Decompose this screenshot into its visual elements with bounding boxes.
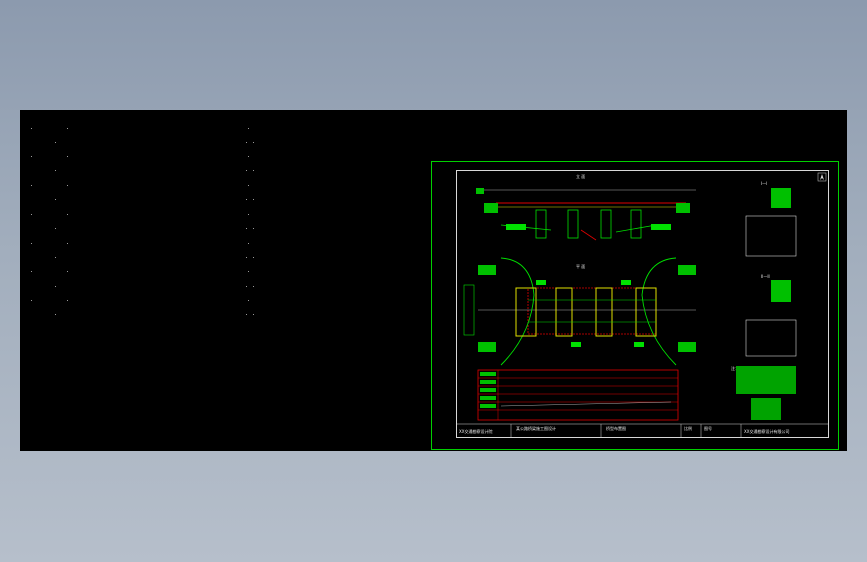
point-mark — [55, 257, 56, 258]
point-mark — [253, 170, 254, 171]
point-mark — [248, 214, 249, 215]
point-mark — [67, 156, 68, 157]
title-scale-label: 比例 — [684, 425, 692, 431]
north-arrow-icon — [817, 172, 827, 182]
point-mark — [253, 314, 254, 315]
point-mark — [248, 128, 249, 129]
point-mark — [248, 243, 249, 244]
plan-title: 平 面 — [576, 264, 585, 269]
point-mark — [248, 300, 249, 301]
title-block: XX交通勘察设计院 某公路桥梁施工图设计 桥型布置图 比例 图号 XX交通勘察设… — [456, 423, 829, 438]
elevation-data-table — [477, 369, 679, 421]
elevation-view: 立 面 — [476, 173, 696, 241]
section-2-title: II—II — [761, 274, 770, 279]
title-company-left: XX交通勘察设计院 — [459, 428, 492, 434]
title-company-right: XX交通勘察设计有限公司 — [744, 428, 789, 434]
point-mark — [246, 170, 247, 171]
point-mark — [67, 300, 68, 301]
point-mark — [31, 243, 32, 244]
plan-view: 平 面 — [463, 257, 696, 366]
bridge-drawing[interactable]: 立 面 平 面 I—I II—II 注： XX交通勘察设计院 某公路桥梁施工图设… — [456, 170, 829, 438]
point-mark — [253, 228, 254, 229]
point-mark — [253, 199, 254, 200]
point-mark — [246, 199, 247, 200]
point-mark — [31, 185, 32, 186]
point-mark — [55, 142, 56, 143]
point-mark — [31, 300, 32, 301]
point-mark — [248, 156, 249, 157]
section-views: I—I II—II 注： — [731, 181, 797, 420]
point-mark — [253, 257, 254, 258]
point-mark — [31, 271, 32, 272]
point-mark — [246, 257, 247, 258]
point-mark — [246, 142, 247, 143]
point-mark — [246, 286, 247, 287]
point-mark — [31, 156, 32, 157]
title-drawing-name: 桥型布置图 — [606, 425, 626, 431]
point-mark — [67, 185, 68, 186]
point-mark — [55, 199, 56, 200]
point-mark — [246, 228, 247, 229]
point-mark — [31, 214, 32, 215]
point-mark — [248, 185, 249, 186]
point-mark — [248, 271, 249, 272]
title-sheet-label: 图号 — [704, 425, 712, 431]
point-mark — [246, 314, 247, 315]
point-mark — [55, 286, 56, 287]
point-mark — [253, 286, 254, 287]
point-mark — [253, 142, 254, 143]
point-mark — [67, 243, 68, 244]
point-mark — [55, 170, 56, 171]
point-mark — [55, 314, 56, 315]
point-mark — [31, 128, 32, 129]
point-mark — [67, 271, 68, 272]
point-mark — [67, 214, 68, 215]
title-project: 某公路桥梁施工图设计 — [516, 425, 556, 431]
elevation-title: 立 面 — [576, 173, 585, 179]
point-mark — [67, 128, 68, 129]
section-1-title: I—I — [761, 181, 767, 186]
point-mark — [55, 228, 56, 229]
